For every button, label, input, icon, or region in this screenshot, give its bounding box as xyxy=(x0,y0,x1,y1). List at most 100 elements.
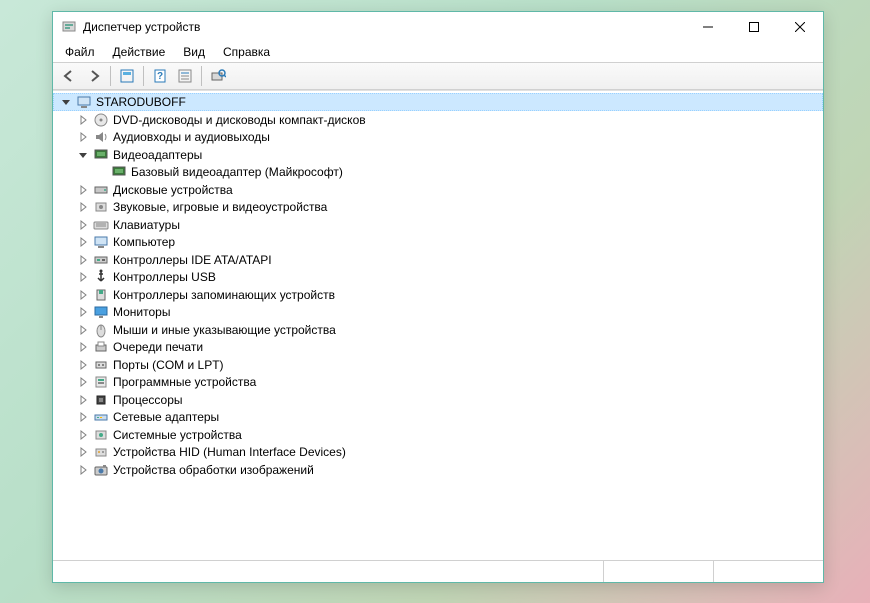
tree-category-row[interactable]: Порты (COM и LPT) xyxy=(71,356,823,374)
category-label: Контроллеры USB xyxy=(113,270,216,284)
drive-icon xyxy=(93,182,109,198)
expander-icon[interactable] xyxy=(75,269,91,285)
statusbar xyxy=(53,560,823,582)
expander-icon[interactable] xyxy=(75,427,91,443)
tree-category-row[interactable]: Устройства обработки изображений xyxy=(71,461,823,479)
tree-category-node: Устройства обработки изображений xyxy=(71,461,823,479)
tree-category-row[interactable]: Аудиовходы и аудиовыходы xyxy=(71,129,823,147)
toolbar: ? xyxy=(53,62,823,90)
tree-category-node: Контроллеры USB xyxy=(71,269,823,287)
tree-category-node: Контроллеры IDE ATA/ATAPI xyxy=(71,251,823,269)
usb-icon xyxy=(93,269,109,285)
category-label: Дисковые устройства xyxy=(113,183,233,197)
show-hidden-button[interactable] xyxy=(115,64,139,88)
expander-icon[interactable] xyxy=(75,199,91,215)
printer-icon xyxy=(93,339,109,355)
expander-icon[interactable] xyxy=(75,357,91,373)
window-controls xyxy=(685,12,823,42)
expander-icon[interactable] xyxy=(75,444,91,460)
device-tree-area[interactable]: STARODUBOFFDVD-дисководы и дисководы ком… xyxy=(53,90,823,560)
expander-icon[interactable] xyxy=(75,287,91,303)
expander-icon[interactable] xyxy=(75,252,91,268)
tree-device-row[interactable]: Базовый видеоадаптер (Майкрософт) xyxy=(89,164,823,182)
titlebar[interactable]: Диспетчер устройств xyxy=(53,12,823,42)
expander-icon[interactable] xyxy=(75,147,91,163)
tree-root-row[interactable]: STARODUBOFF xyxy=(53,93,823,111)
category-label: Очереди печати xyxy=(113,340,203,354)
device-tree: STARODUBOFFDVD-дисководы и дисководы ком… xyxy=(53,91,823,481)
tree-category-row[interactable]: Контроллеры запоминающих устройств xyxy=(71,286,823,304)
disc-icon xyxy=(93,112,109,128)
expander-icon[interactable] xyxy=(75,409,91,425)
tree-category-row[interactable]: Звуковые, игровые и видеоустройства xyxy=(71,199,823,217)
expander-icon[interactable] xyxy=(75,217,91,233)
category-label: Устройства HID (Human Interface Devices) xyxy=(113,445,346,459)
tree-category-row[interactable]: Процессоры xyxy=(71,391,823,409)
tree-category-row[interactable]: Системные устройства xyxy=(71,426,823,444)
maximize-button[interactable] xyxy=(731,12,777,42)
tree-category-node: Звуковые, игровые и видеоустройства xyxy=(71,199,823,217)
menu-action[interactable]: Действие xyxy=(105,43,174,61)
keyboard-icon xyxy=(93,217,109,233)
tree-category-row[interactable]: Сетевые адаптеры xyxy=(71,409,823,427)
computer-icon xyxy=(76,94,92,110)
tree-category-row[interactable]: Мыши и иные указывающие устройства xyxy=(71,321,823,339)
tree-category-row[interactable]: Клавиатуры xyxy=(71,216,823,234)
mouse-icon xyxy=(93,322,109,338)
port-icon xyxy=(93,357,109,373)
expander-icon[interactable] xyxy=(75,462,91,478)
expander-icon[interactable] xyxy=(75,392,91,408)
expander-icon[interactable] xyxy=(75,112,91,128)
tree-category-row[interactable]: Программные устройства xyxy=(71,374,823,392)
tree-category-row[interactable]: Контроллеры IDE ATA/ATAPI xyxy=(71,251,823,269)
minimize-button[interactable] xyxy=(685,12,731,42)
tree-category-row[interactable]: Дисковые устройства xyxy=(71,181,823,199)
menu-help[interactable]: Справка xyxy=(215,43,278,61)
properties-button[interactable] xyxy=(173,64,197,88)
tree-category-node: Процессоры xyxy=(71,391,823,409)
system-icon xyxy=(93,427,109,443)
hid-icon xyxy=(93,444,109,460)
expander-icon[interactable] xyxy=(75,304,91,320)
category-label: Устройства обработки изображений xyxy=(113,463,314,477)
tree-category-node: Сетевые адаптеры xyxy=(71,409,823,427)
tree-category-row[interactable]: Устройства HID (Human Interface Devices) xyxy=(71,444,823,462)
tree-category-row[interactable]: Очереди печати xyxy=(71,339,823,357)
tree-root-node: STARODUBOFFDVD-дисководы и дисководы ком… xyxy=(53,93,823,479)
forward-button[interactable] xyxy=(82,64,106,88)
tree-category-node: Аудиовходы и аудиовыходы xyxy=(71,129,823,147)
tree-category-row[interactable]: DVD-дисководы и дисководы компакт-дисков xyxy=(71,111,823,129)
expander-icon[interactable] xyxy=(75,339,91,355)
expander-icon[interactable] xyxy=(75,234,91,250)
tree-category-row[interactable]: Компьютер xyxy=(71,234,823,252)
menu-view[interactable]: Вид xyxy=(175,43,213,61)
tree-category-node: Очереди печати xyxy=(71,339,823,357)
scan-hardware-button[interactable] xyxy=(206,64,230,88)
menu-file[interactable]: Файл xyxy=(57,43,103,61)
category-label: Системные устройства xyxy=(113,428,242,442)
ide-icon xyxy=(93,252,109,268)
tree-device-node: Базовый видеоадаптер (Майкрософт) xyxy=(89,164,823,182)
expander-icon[interactable] xyxy=(75,129,91,145)
expander-icon[interactable] xyxy=(58,94,74,110)
help-button[interactable]: ? xyxy=(148,64,172,88)
toolbar-separator xyxy=(201,66,202,86)
tree-category-row[interactable]: Контроллеры USB xyxy=(71,269,823,287)
expander-icon[interactable] xyxy=(75,182,91,198)
tree-category-node: Клавиатуры xyxy=(71,216,823,234)
tree-category-node: Контроллеры запоминающих устройств xyxy=(71,286,823,304)
close-button[interactable] xyxy=(777,12,823,42)
category-label: Мыши и иные указывающие устройства xyxy=(113,323,336,337)
back-button[interactable] xyxy=(57,64,81,88)
tree-category-node: Дисковые устройства xyxy=(71,181,823,199)
svg-text:?: ? xyxy=(157,71,163,82)
expander-icon[interactable] xyxy=(75,374,91,390)
menubar: Файл Действие Вид Справка xyxy=(53,42,823,62)
device-label: Базовый видеоадаптер (Майкрософт) xyxy=(131,165,343,179)
tree-category-row[interactable]: Видеоадаптеры xyxy=(71,146,823,164)
computer-icon xyxy=(93,234,109,250)
software-icon xyxy=(93,374,109,390)
tree-category-row[interactable]: Мониторы xyxy=(71,304,823,322)
app-icon xyxy=(61,19,77,35)
expander-icon[interactable] xyxy=(75,322,91,338)
